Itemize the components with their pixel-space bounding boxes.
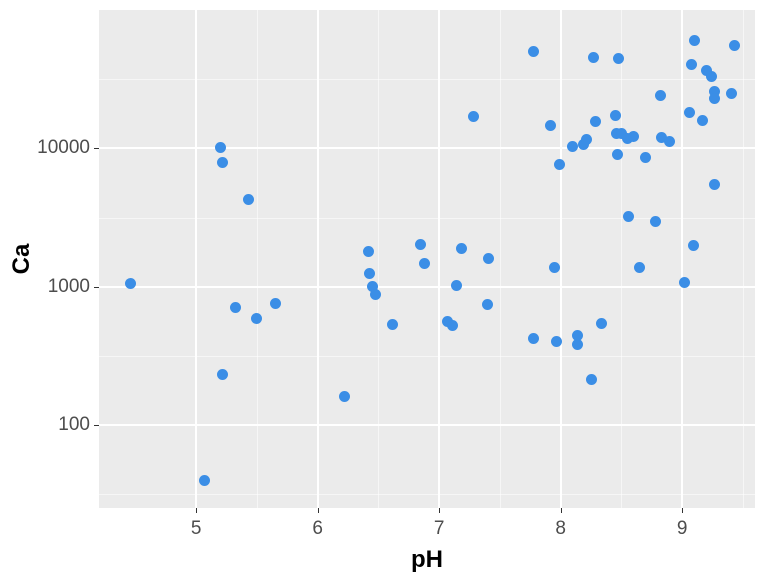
data-point xyxy=(709,179,720,190)
data-point xyxy=(623,211,634,222)
data-point xyxy=(363,246,374,257)
data-point xyxy=(270,298,281,309)
data-point xyxy=(628,131,639,142)
y-tick-label: 1000 xyxy=(48,276,90,298)
y-tick-label: 100 xyxy=(58,414,90,436)
data-point xyxy=(650,216,661,227)
y-tick xyxy=(94,287,99,288)
y-tick-label: 10000 xyxy=(37,137,90,159)
data-point xyxy=(588,52,599,63)
data-point xyxy=(387,319,398,330)
data-point xyxy=(726,88,737,99)
data-point xyxy=(655,90,666,101)
data-point xyxy=(125,278,136,289)
data-point xyxy=(586,374,597,385)
x-tick-label: 8 xyxy=(555,518,566,540)
data-point xyxy=(688,240,699,251)
data-point xyxy=(706,71,717,82)
data-point xyxy=(596,318,607,329)
data-point xyxy=(590,116,601,127)
data-point xyxy=(549,262,560,273)
data-point xyxy=(215,142,226,153)
x-axis-title: pH xyxy=(411,546,443,574)
data-point xyxy=(364,268,375,279)
plot-panel xyxy=(99,10,755,508)
data-point xyxy=(709,93,720,104)
data-point xyxy=(199,475,210,486)
data-point xyxy=(572,330,583,341)
data-point xyxy=(664,136,675,147)
x-tick-label: 5 xyxy=(191,518,202,540)
y-axis-title: Ca xyxy=(8,244,36,275)
data-point xyxy=(468,111,479,122)
data-point xyxy=(447,320,458,331)
data-point xyxy=(217,157,228,168)
data-point xyxy=(572,339,583,350)
data-point xyxy=(217,369,228,380)
scatter-chart: 100 1000 10000 5 6 7 8 9 Ca pH xyxy=(0,0,768,576)
data-point xyxy=(610,110,621,121)
data-point xyxy=(567,141,578,152)
x-tick xyxy=(561,508,562,513)
x-tick-label: 7 xyxy=(434,518,445,540)
data-point xyxy=(697,115,708,126)
data-point xyxy=(230,302,241,313)
x-tick xyxy=(439,508,440,513)
data-point xyxy=(243,194,254,205)
data-point xyxy=(729,40,740,51)
y-tick xyxy=(94,148,99,149)
data-point xyxy=(451,280,462,291)
data-point xyxy=(581,134,592,145)
data-point xyxy=(640,152,651,163)
data-point xyxy=(528,46,539,57)
data-point xyxy=(339,391,350,402)
data-point xyxy=(370,289,381,300)
data-point xyxy=(419,258,430,269)
data-point xyxy=(684,107,695,118)
data-point xyxy=(251,313,262,324)
y-tick xyxy=(94,425,99,426)
x-tick xyxy=(682,508,683,513)
data-point xyxy=(613,53,624,64)
data-point xyxy=(545,120,556,131)
x-tick xyxy=(318,508,319,513)
data-point xyxy=(634,262,645,273)
data-point xyxy=(456,243,467,254)
x-tick xyxy=(196,508,197,513)
data-point xyxy=(482,299,493,310)
data-point xyxy=(528,333,539,344)
x-tick-label: 6 xyxy=(312,518,323,540)
data-point xyxy=(415,239,426,250)
x-tick-label: 9 xyxy=(677,518,688,540)
data-point xyxy=(554,159,565,170)
data-point xyxy=(689,35,700,46)
data-point xyxy=(686,59,697,70)
data-point xyxy=(483,253,494,264)
